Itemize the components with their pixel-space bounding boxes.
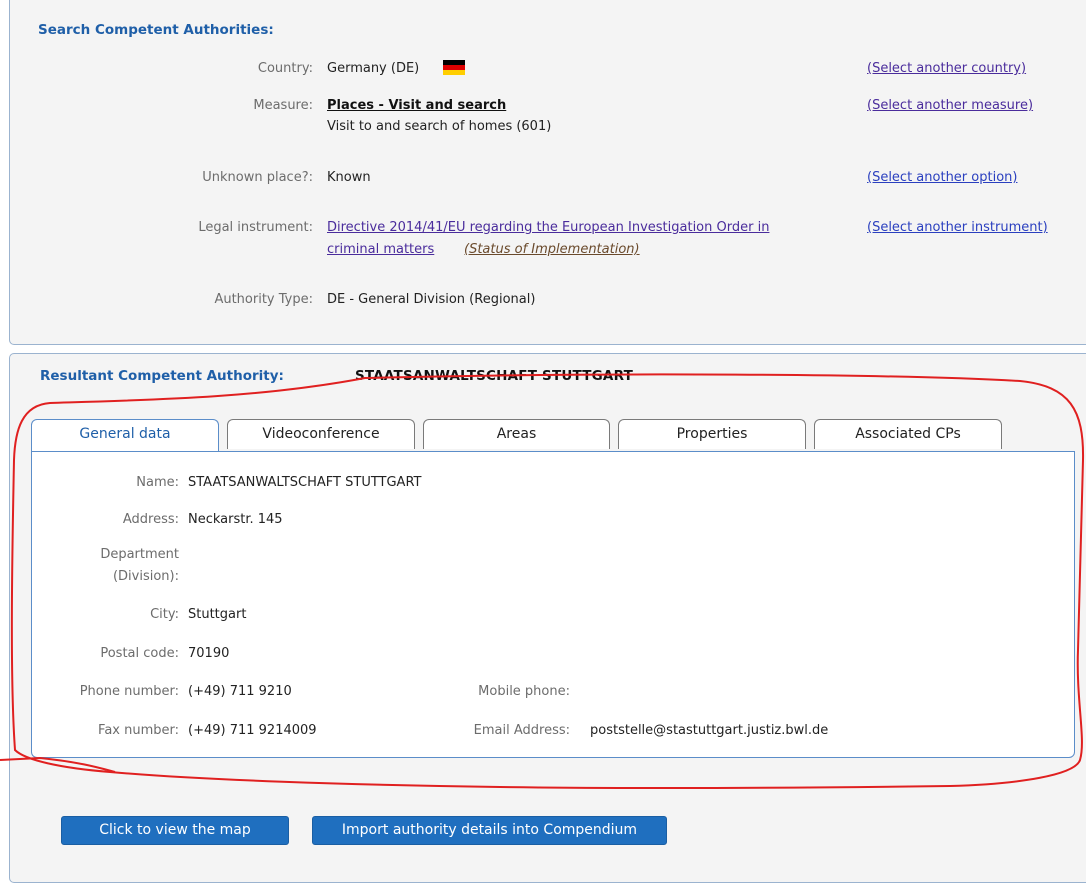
phone-label: Phone number: [79,684,179,699]
department-label-cont: (Division): [112,569,179,584]
legal-instrument-link[interactable]: Directive 2014/41/EU regarding the Europ… [327,220,769,235]
postal-code-label: Postal code: [100,646,179,661]
city-label: City: [150,607,179,622]
tab-videoconference[interactable]: Videoconference [227,419,415,449]
view-map-button[interactable]: Click to view the map [61,816,289,845]
select-instrument-link[interactable]: (Select another instrument) [867,220,1048,235]
tab-properties[interactable]: Properties [618,419,806,449]
name-label: Name: [136,475,179,490]
tab-areas[interactable]: Areas [423,419,610,449]
measure-label: Measure: [253,98,313,113]
result-heading: Resultant Competent Authority: [40,368,284,384]
measure-detail: Visit to and search of homes (601) [327,119,552,134]
email-label: Email Address: [473,723,570,738]
general-data-panel [31,451,1075,758]
tab-general-data[interactable]: General data [31,419,219,452]
legal-instrument-label: Legal instrument: [198,220,313,235]
postal-code-value: 70190 [188,646,230,661]
fax-label: Fax number: [98,723,179,738]
measure-title: Places - Visit and search [327,98,507,113]
mobile-phone-label: Mobile phone: [478,684,570,699]
email-value: poststelle@stastuttgart.justiz.bwl.de [590,723,829,738]
select-option-link[interactable]: (Select another option) [867,170,1017,185]
country-value: Germany (DE) [327,61,420,76]
authority-type-label: Authority Type: [214,292,313,307]
result-authority-name: STAATSANWALTSCHAFT STUTTGART [355,368,633,384]
import-compendium-button[interactable]: Import authority details into Compendium [312,816,667,845]
name-value: STAATSANWALTSCHAFT STUTTGART [188,475,422,490]
address-value: Neckarstr. 145 [188,512,283,527]
select-country-link[interactable]: (Select another country) [867,61,1026,76]
address-label: Address: [122,512,179,527]
phone-value: (+49) 711 9210 [188,684,292,699]
select-measure-link[interactable]: (Select another measure) [867,98,1033,113]
unknown-place-value: Known [327,170,371,185]
city-value: Stuttgart [188,607,247,622]
country-label: Country: [257,61,313,76]
search-heading: Search Competent Authorities: [38,22,274,38]
legal-instrument-link-cont[interactable]: criminal matters [327,242,434,257]
germany-flag-icon [443,60,465,75]
department-label: Department [100,547,179,562]
unknown-place-label: Unknown place?: [202,170,313,185]
tab-associated-cps[interactable]: Associated CPs [814,419,1002,449]
status-of-implementation-link[interactable]: (Status of Implementation) [464,242,640,257]
authority-type-value: DE - General Division (Regional) [327,292,536,307]
fax-value: (+49) 711 9214009 [188,723,317,738]
